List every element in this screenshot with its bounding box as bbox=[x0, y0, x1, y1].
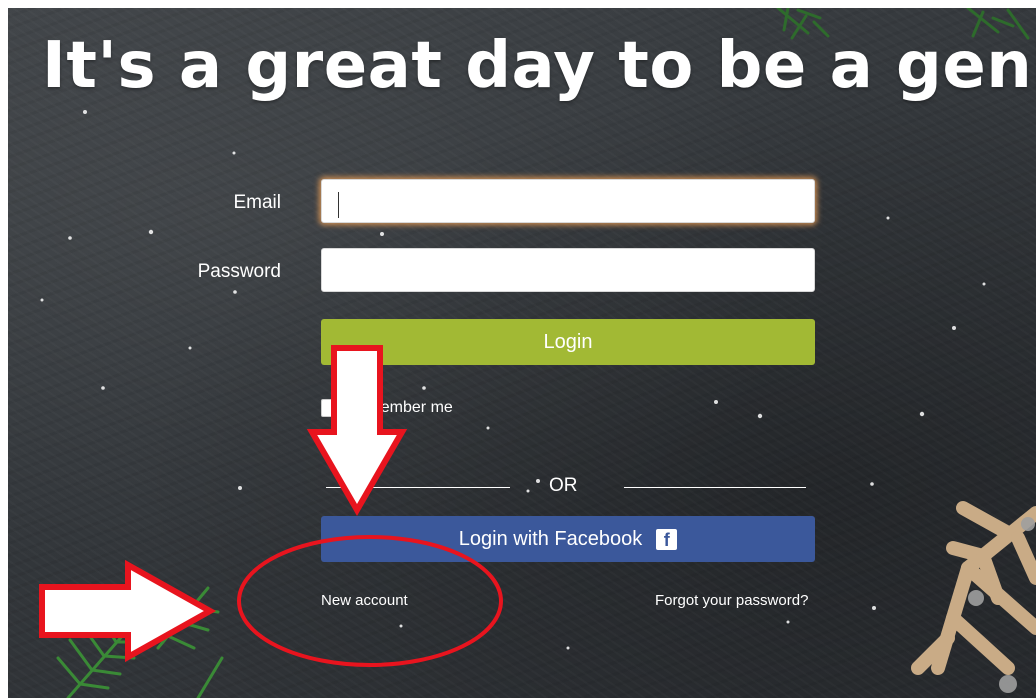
login-page-background: It's a great day to be a genius! Email P… bbox=[8, 8, 1036, 698]
remember-me-checkbox[interactable] bbox=[321, 399, 339, 417]
facebook-icon: f bbox=[656, 528, 678, 550]
remember-me-option[interactable]: Remember me bbox=[321, 399, 453, 417]
facebook-login-button[interactable]: Login with Facebook f bbox=[321, 516, 815, 562]
email-field[interactable] bbox=[321, 179, 815, 223]
page-headline: It's a great day to be a genius! bbox=[42, 29, 1036, 103]
divider-right bbox=[624, 487, 806, 488]
or-divider-label: OR bbox=[549, 475, 578, 496]
text-caret bbox=[338, 192, 339, 218]
snowflake-ornament bbox=[911, 501, 1036, 675]
new-account-link[interactable]: New account bbox=[321, 592, 408, 609]
divider-left bbox=[326, 487, 510, 488]
login-button[interactable]: Login bbox=[321, 319, 815, 365]
remember-me-label: Remember me bbox=[347, 399, 453, 416]
forgot-password-link[interactable]: Forgot your password? bbox=[655, 592, 808, 609]
email-label: Email bbox=[233, 192, 281, 213]
pine-branch-bottom bbox=[56, 586, 224, 698]
facebook-login-label: Login with Facebook bbox=[458, 527, 643, 550]
password-field[interactable] bbox=[321, 248, 815, 292]
password-label: Password bbox=[197, 261, 281, 282]
